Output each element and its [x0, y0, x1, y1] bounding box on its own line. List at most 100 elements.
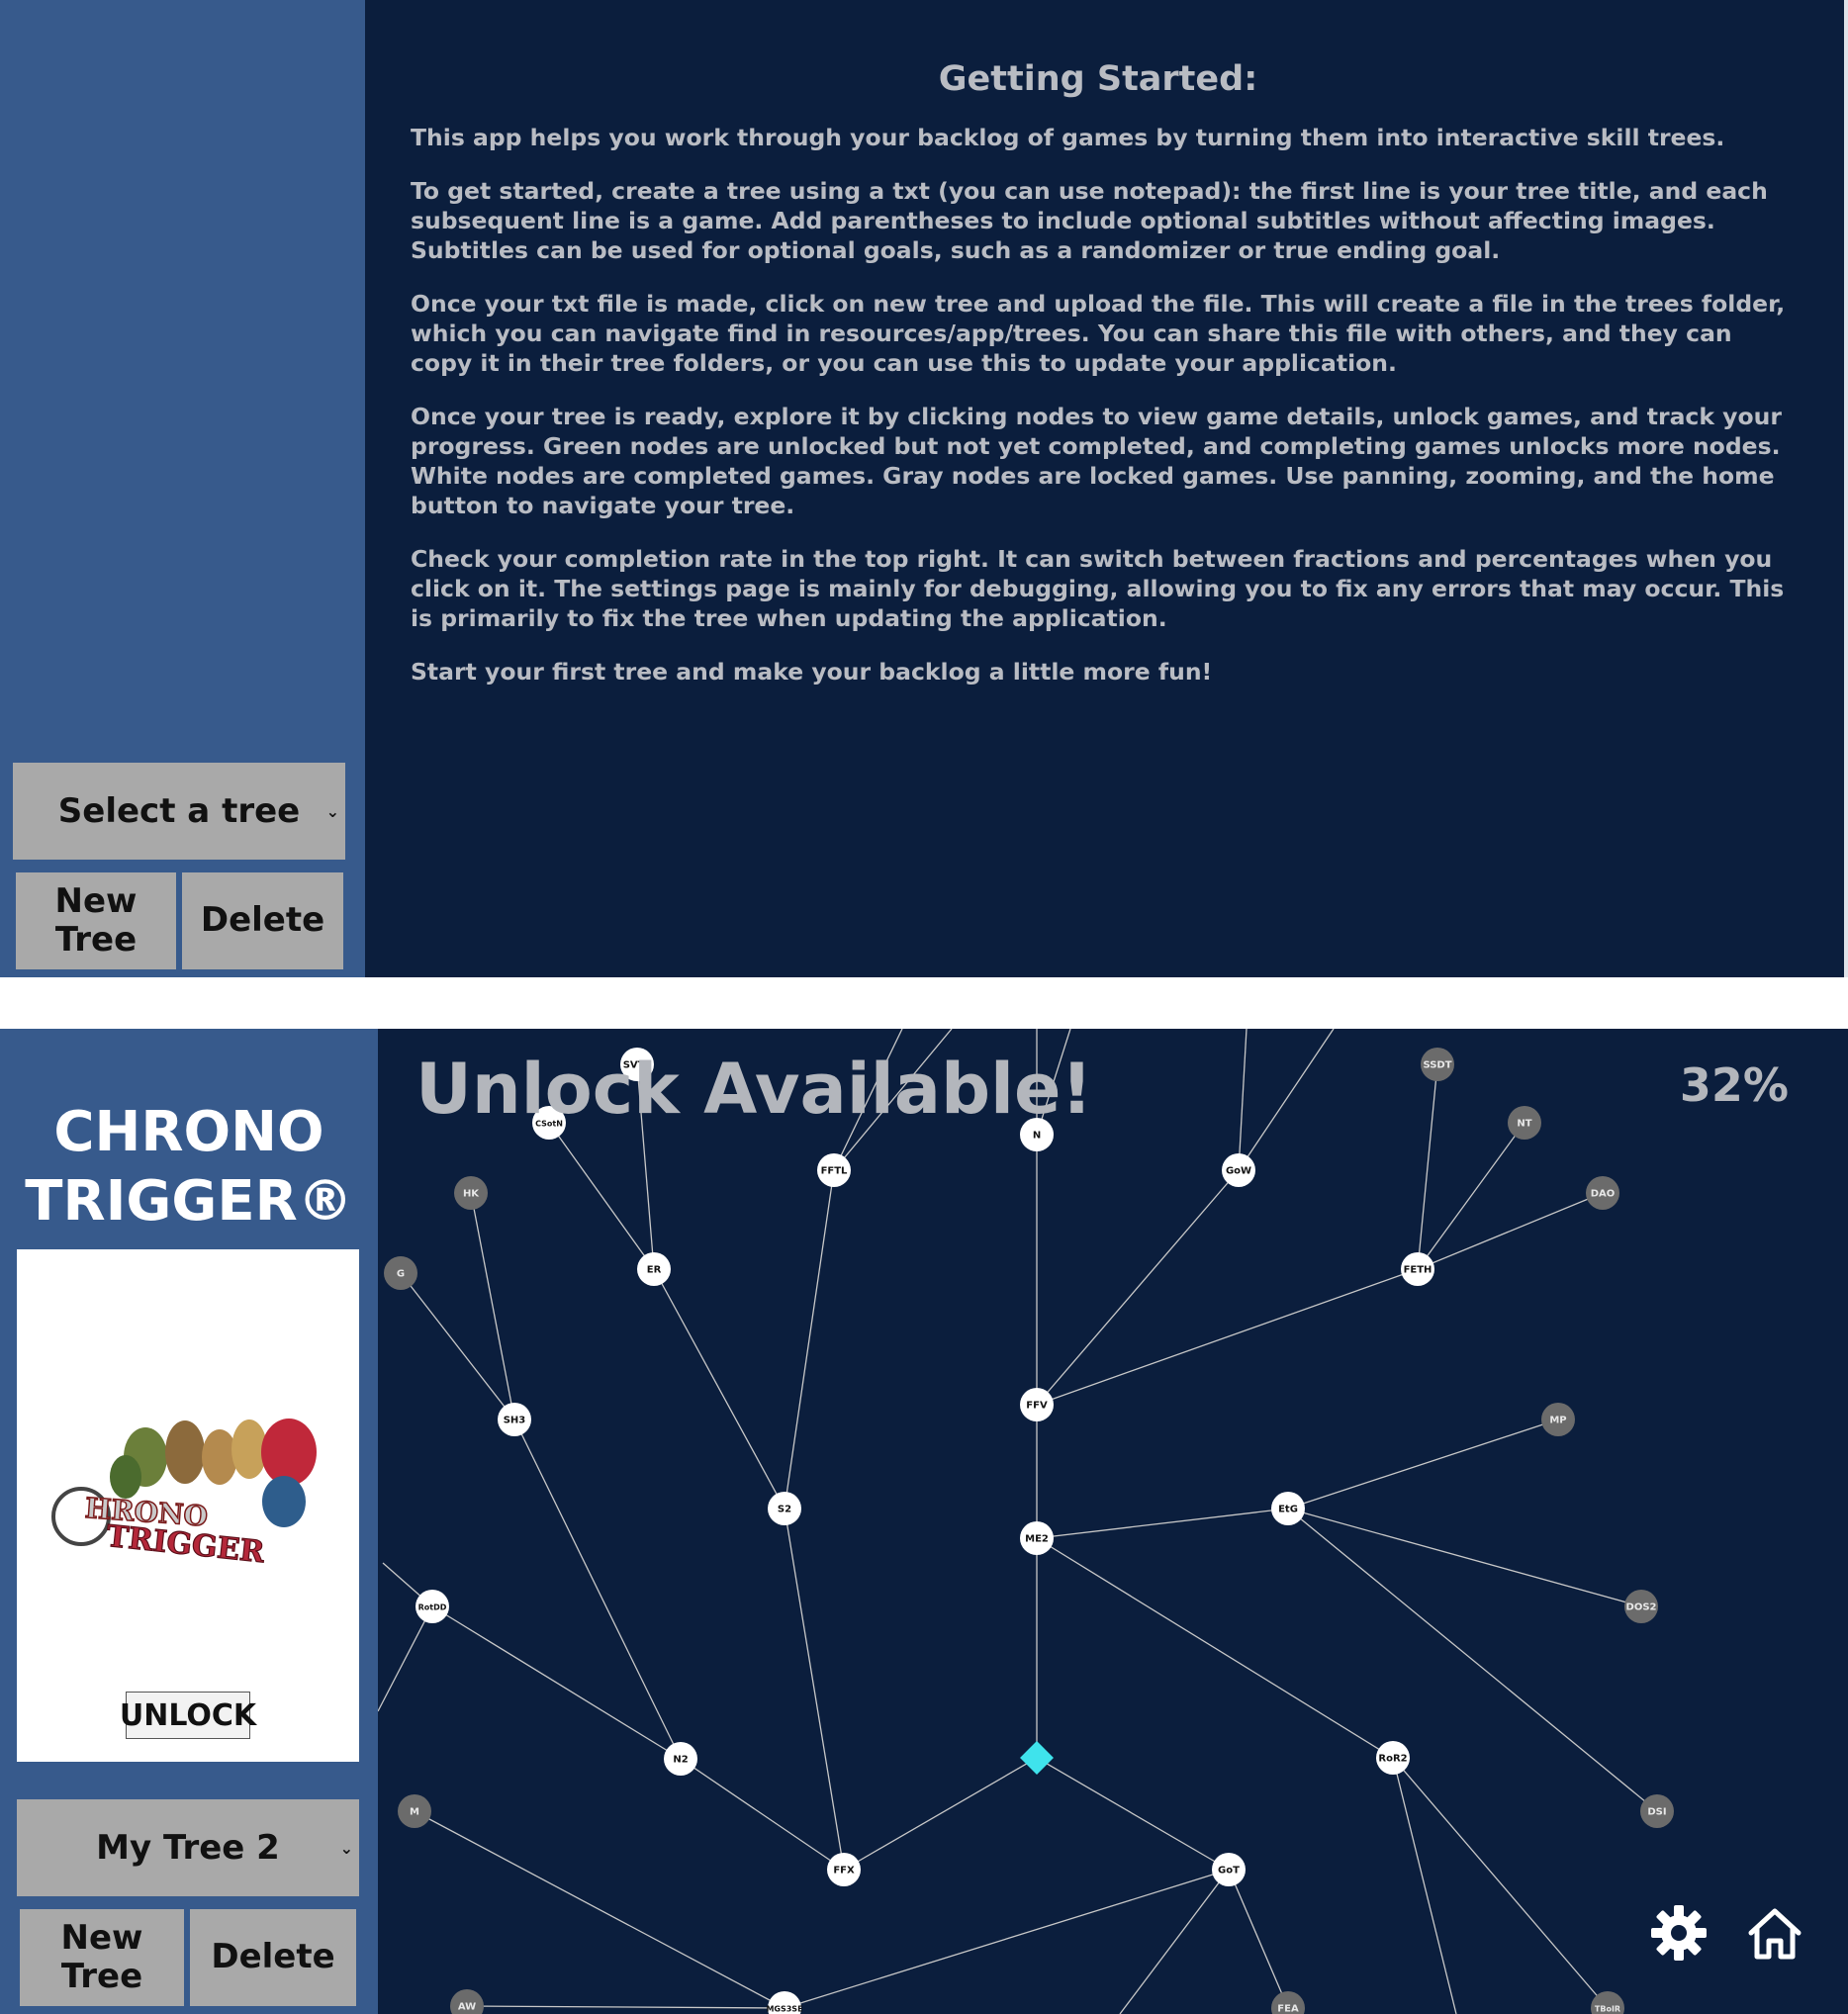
game-details-card: HRONO TRIGGER UNLOCK — [17, 1249, 359, 1762]
tree-node-rotdd[interactable]: RotDD — [416, 1590, 449, 1623]
gear-icon — [1651, 1905, 1707, 1961]
tree-edge — [470, 1192, 515, 1420]
tree-node-label: FFX — [833, 1866, 855, 1877]
getting-started-screen: Select a tree ⌄ New Tree Delete Getting … — [0, 0, 1848, 977]
tree-node-g[interactable]: G — [384, 1256, 417, 1290]
delete-button[interactable]: Delete — [190, 1909, 356, 2006]
tree-node-label: FEA — [1277, 2004, 1299, 2014]
tree-node-root[interactable] — [1020, 1741, 1054, 1775]
game-title: CHRONO TRIGGER® — [25, 1100, 353, 1234]
tree-select[interactable]: Select a tree ⌄ — [13, 763, 345, 860]
tree-node-label: FFV — [1026, 1401, 1048, 1412]
tree-node-label: MGS3SE — [766, 2005, 802, 2014]
tree-edge — [1287, 1508, 1658, 1812]
help-heading: Getting Started: — [938, 59, 1258, 99]
help-paragraph: Once your tree is ready, explore it by c… — [411, 403, 1782, 519]
tree-node-hk[interactable]: HK — [454, 1176, 488, 1210]
tree-node-label: N — [1033, 1131, 1041, 1142]
tree-edge — [1119, 1869, 1230, 2014]
tree-edge — [1036, 1757, 1230, 1871]
tree-node-label: SSDT — [1423, 1060, 1451, 1071]
delete-label: Delete — [200, 900, 325, 941]
tree-edge — [1228, 1869, 1289, 2009]
tree-edge — [414, 1810, 785, 2009]
tree-node-gow[interactable]: GoW — [1222, 1153, 1255, 1187]
tree-node-ffv[interactable]: FFV — [1020, 1388, 1054, 1421]
help-paragraph: Check your completion rate in the top ri… — [411, 545, 1785, 632]
tree-node-nt[interactable]: NT — [1508, 1106, 1541, 1140]
tree-edge — [784, 1869, 1230, 2009]
tree-edge — [843, 1757, 1038, 1871]
tree-node-label: G — [397, 1269, 405, 1280]
screenshot-separator — [0, 977, 1848, 1029]
tree-node-ffx[interactable]: FFX — [827, 1853, 861, 1886]
sidebar: CHRONO TRIGGER® HRONO TRIGGER UNLOCK My — [0, 1029, 378, 2014]
tree-node-dsi[interactable]: DSI — [1640, 1794, 1674, 1828]
home-button[interactable] — [1743, 1901, 1806, 1965]
home-icon — [1748, 1908, 1802, 1960]
help-panel: Getting Started: This app helps you work… — [411, 59, 1786, 710]
tree-node-label: RoR2 — [1378, 1754, 1407, 1765]
tree-node-s2[interactable]: S2 — [768, 1492, 801, 1525]
tree-node-ror2[interactable]: RoR2 — [1376, 1741, 1410, 1775]
tree-node-label: HK — [463, 1189, 480, 1200]
skill-tree-canvas[interactable]: SVTF SSDTCSotNNNTFFTL GoWHK DAOER FETHGFFVSH… — [377, 1029, 1848, 2014]
tree-edge — [1036, 1268, 1419, 1406]
delete-label: Delete — [211, 1937, 335, 1977]
tree-node-label: M — [410, 1807, 419, 1818]
settings-button[interactable] — [1647, 1901, 1710, 1965]
tree-node-feth[interactable]: FETH — [1401, 1252, 1434, 1286]
tree-node-label: DOS2 — [1626, 1602, 1657, 1613]
tree-node-aw[interactable]: AW — [450, 1989, 484, 2014]
tree-node-label: N2 — [673, 1755, 688, 1766]
window-edge — [1844, 0, 1848, 977]
tree-node-label: GoW — [1226, 1166, 1251, 1177]
tree-node-m[interactable]: M — [398, 1794, 431, 1828]
tree-node-label: DSI — [1647, 1807, 1666, 1818]
tree-edge — [1238, 1029, 1247, 1171]
tree-edge — [377, 1605, 433, 1712]
delete-button[interactable]: Delete — [182, 872, 343, 969]
tree-select[interactable]: My Tree 2 ⌄ — [17, 1799, 359, 1896]
tree-node-me2[interactable]: ME2 — [1020, 1521, 1054, 1555]
tree-node-mp[interactable]: MP — [1541, 1403, 1575, 1436]
tree-select-value: My Tree 2 — [96, 1828, 280, 1868]
tree-select-value: Select a tree — [57, 791, 301, 831]
tree-view-screen: SVTF SSDT CSotN N NT FFTL GoW HK DAO ER FETH G FFV SH… — [0, 1029, 1848, 2014]
tree-node-shape[interactable] — [1020, 1741, 1054, 1775]
completion-rate[interactable]: 32% — [1680, 1058, 1789, 1112]
new-tree-button[interactable]: New Tree — [20, 1909, 184, 2006]
new-tree-button[interactable]: New Tree — [16, 872, 176, 969]
tree-node-fftl[interactable]: FFTL — [817, 1153, 851, 1187]
tree-edge — [784, 1169, 835, 1510]
tree-edge — [466, 2005, 785, 2009]
help-paragraph: This app helps you work through your bac… — [411, 124, 1725, 151]
tree-node-dao[interactable]: DAO — [1586, 1176, 1619, 1210]
tree-edge — [1036, 1537, 1394, 1759]
tree-node-label: S2 — [778, 1505, 791, 1515]
tree-node-fea[interactable]: FEA — [1271, 1991, 1305, 2014]
help-paragraph: Start your first tree and make your back… — [411, 658, 1213, 686]
tree-node-label: GoT — [1218, 1866, 1240, 1877]
tree-edge — [784, 1508, 845, 1871]
chevron-down-icon: ⌄ — [325, 801, 339, 821]
tree-edge — [1417, 1063, 1438, 1270]
tree-node-sh3[interactable]: SH3 — [498, 1403, 531, 1436]
tree-edge — [1036, 1508, 1289, 1539]
tree-node-n2[interactable]: N2 — [664, 1742, 697, 1776]
skill-tree-graph[interactable]: SVTF SSDT CSotN N NT FFTL GoW HK DAO ER FETH G FFV SH… — [377, 1029, 1848, 2014]
tree-node-got[interactable]: GoT — [1212, 1853, 1246, 1886]
tree-node-label: TBoIR — [1595, 2005, 1620, 2014]
tree-node-label: DAO — [1591, 1189, 1616, 1200]
tree-node-dos2[interactable]: DOS2 — [1624, 1590, 1658, 1623]
tree-node-mgs3se[interactable]: MGS3SE — [766, 1991, 803, 2014]
tree-node-er[interactable]: ER — [637, 1252, 671, 1286]
tree-edge — [1036, 1169, 1240, 1406]
unlock-button[interactable]: UNLOCK — [120, 1692, 256, 1739]
tree-node-label: SH3 — [504, 1416, 526, 1426]
tree-node-label: NT — [1517, 1119, 1531, 1130]
tree-node-label: AW — [458, 2002, 476, 2013]
tree-node-ssdt[interactable]: SSDT — [1421, 1048, 1454, 1081]
tree-edge — [1392, 1757, 1609, 2009]
tree-node-etg[interactable]: EtG — [1271, 1492, 1305, 1525]
